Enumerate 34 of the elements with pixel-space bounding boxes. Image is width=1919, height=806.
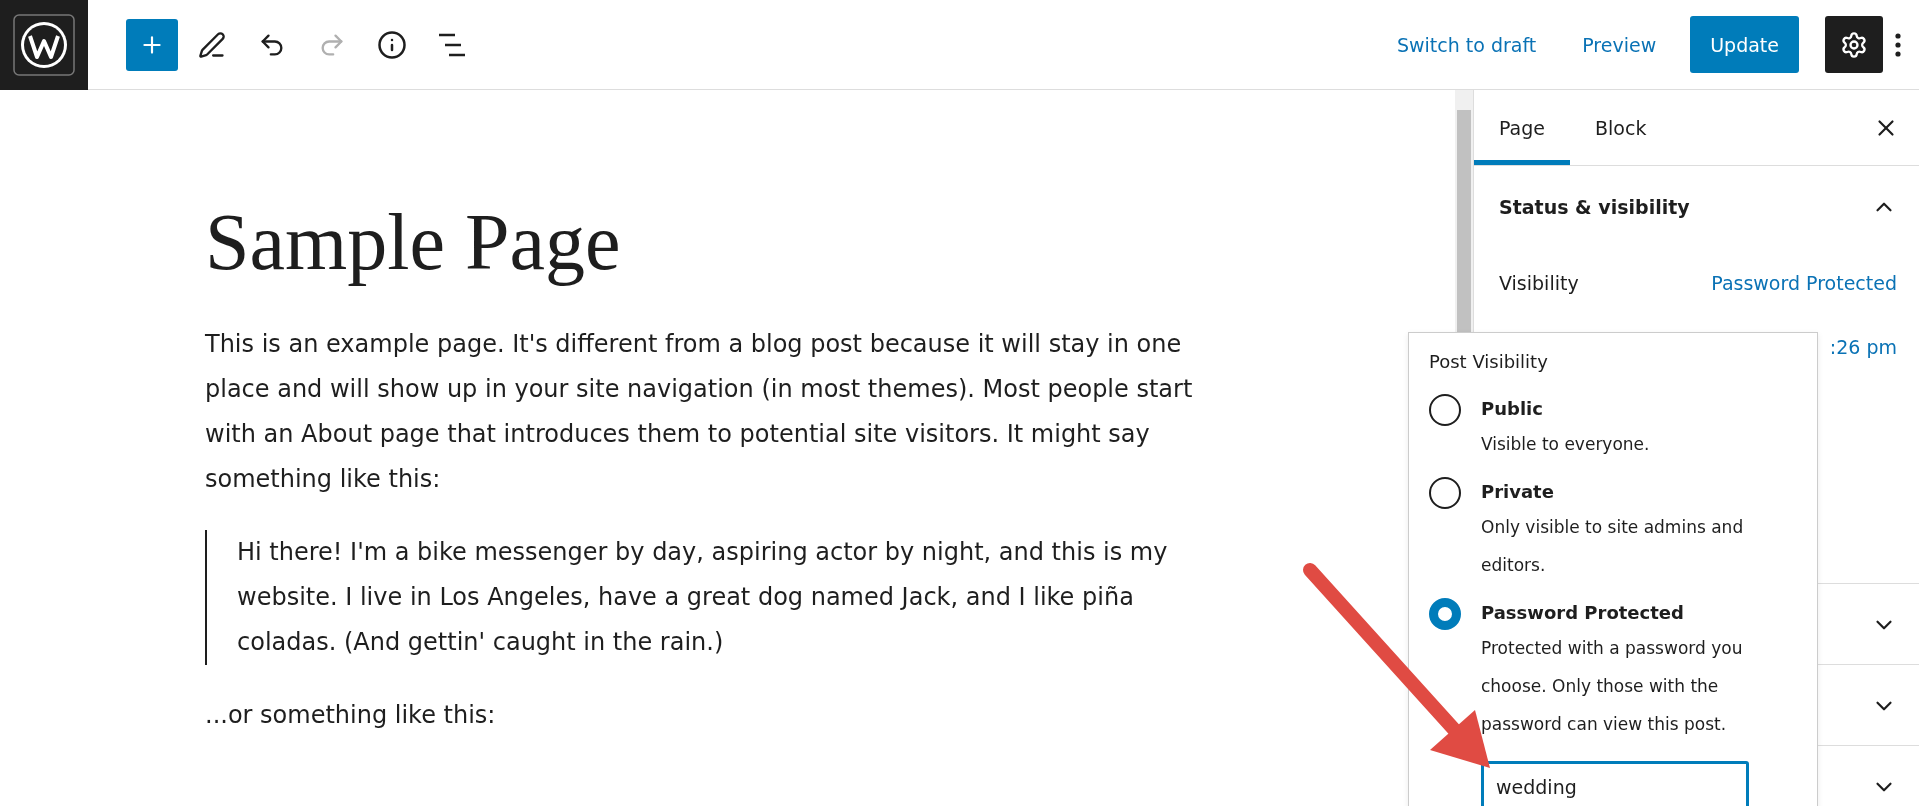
logo-button[interactable] — [0, 0, 88, 90]
option-description: Only visible to site admins and editors. — [1481, 516, 1745, 577]
more-button[interactable] — [1895, 32, 1901, 57]
settings-icon — [1840, 30, 1868, 59]
panel-title: Status & visibility — [1499, 195, 1690, 218]
paragraph: ...or something like this: — [205, 700, 497, 731]
radio-button[interactable] — [1429, 394, 1461, 426]
update-button[interactable]: Update — [1690, 16, 1799, 73]
option-description: Protected with a password you choose. Only those with the password can view this post. — [1481, 637, 1744, 736]
quote-block: Hi there! I'm a bike messenger by day, aspiring actor by night, and this is my website. I live in Los Angeles, have a great dog named Jack, and I like piña coladas. (And gettin' caught in the rain.) — [205, 530, 1237, 665]
switch-to-draft-button[interactable]: Switch to draft — [1384, 25, 1549, 64]
popover-title: Post Visibility — [1429, 351, 1549, 372]
add-button[interactable] — [126, 18, 178, 71]
logo-icon — [13, 13, 75, 76]
option-label: Public — [1481, 398, 1544, 419]
password-field[interactable]: wedding — [1481, 761, 1749, 806]
preview-button[interactable]: Preview — [1570, 25, 1669, 64]
page-title: Sample Page — [205, 198, 622, 286]
info-icon — [377, 29, 407, 60]
row-value-link[interactable]: Password Protected — [1711, 272, 1897, 294]
pencil-icon — [198, 30, 226, 59]
more-icon — [1895, 32, 1901, 57]
sidebar-tab[interactable]: Block — [1570, 90, 1672, 165]
option-description: Visible to everyone. — [1481, 433, 1650, 456]
paragraph: This is an example page. It's different from a blog post because it will stay in one place and will show up in your site navigation (in most themes). Most people start with an About page that introduces them to potential site visitors. It might say something like this: — [205, 329, 1194, 495]
row-label: Visibility — [1499, 272, 1579, 294]
radio-button[interactable] — [1429, 598, 1461, 630]
settings-button[interactable] — [1825, 16, 1883, 73]
list-view-icon — [437, 31, 467, 58]
option-label: Private — [1481, 481, 1555, 502]
row-value-link[interactable]: :26 pm — [1829, 336, 1897, 358]
option-label: Password Protected — [1481, 602, 1685, 623]
sidebar-tab[interactable]: Page — [1474, 90, 1570, 165]
radio-button[interactable] — [1429, 477, 1461, 509]
